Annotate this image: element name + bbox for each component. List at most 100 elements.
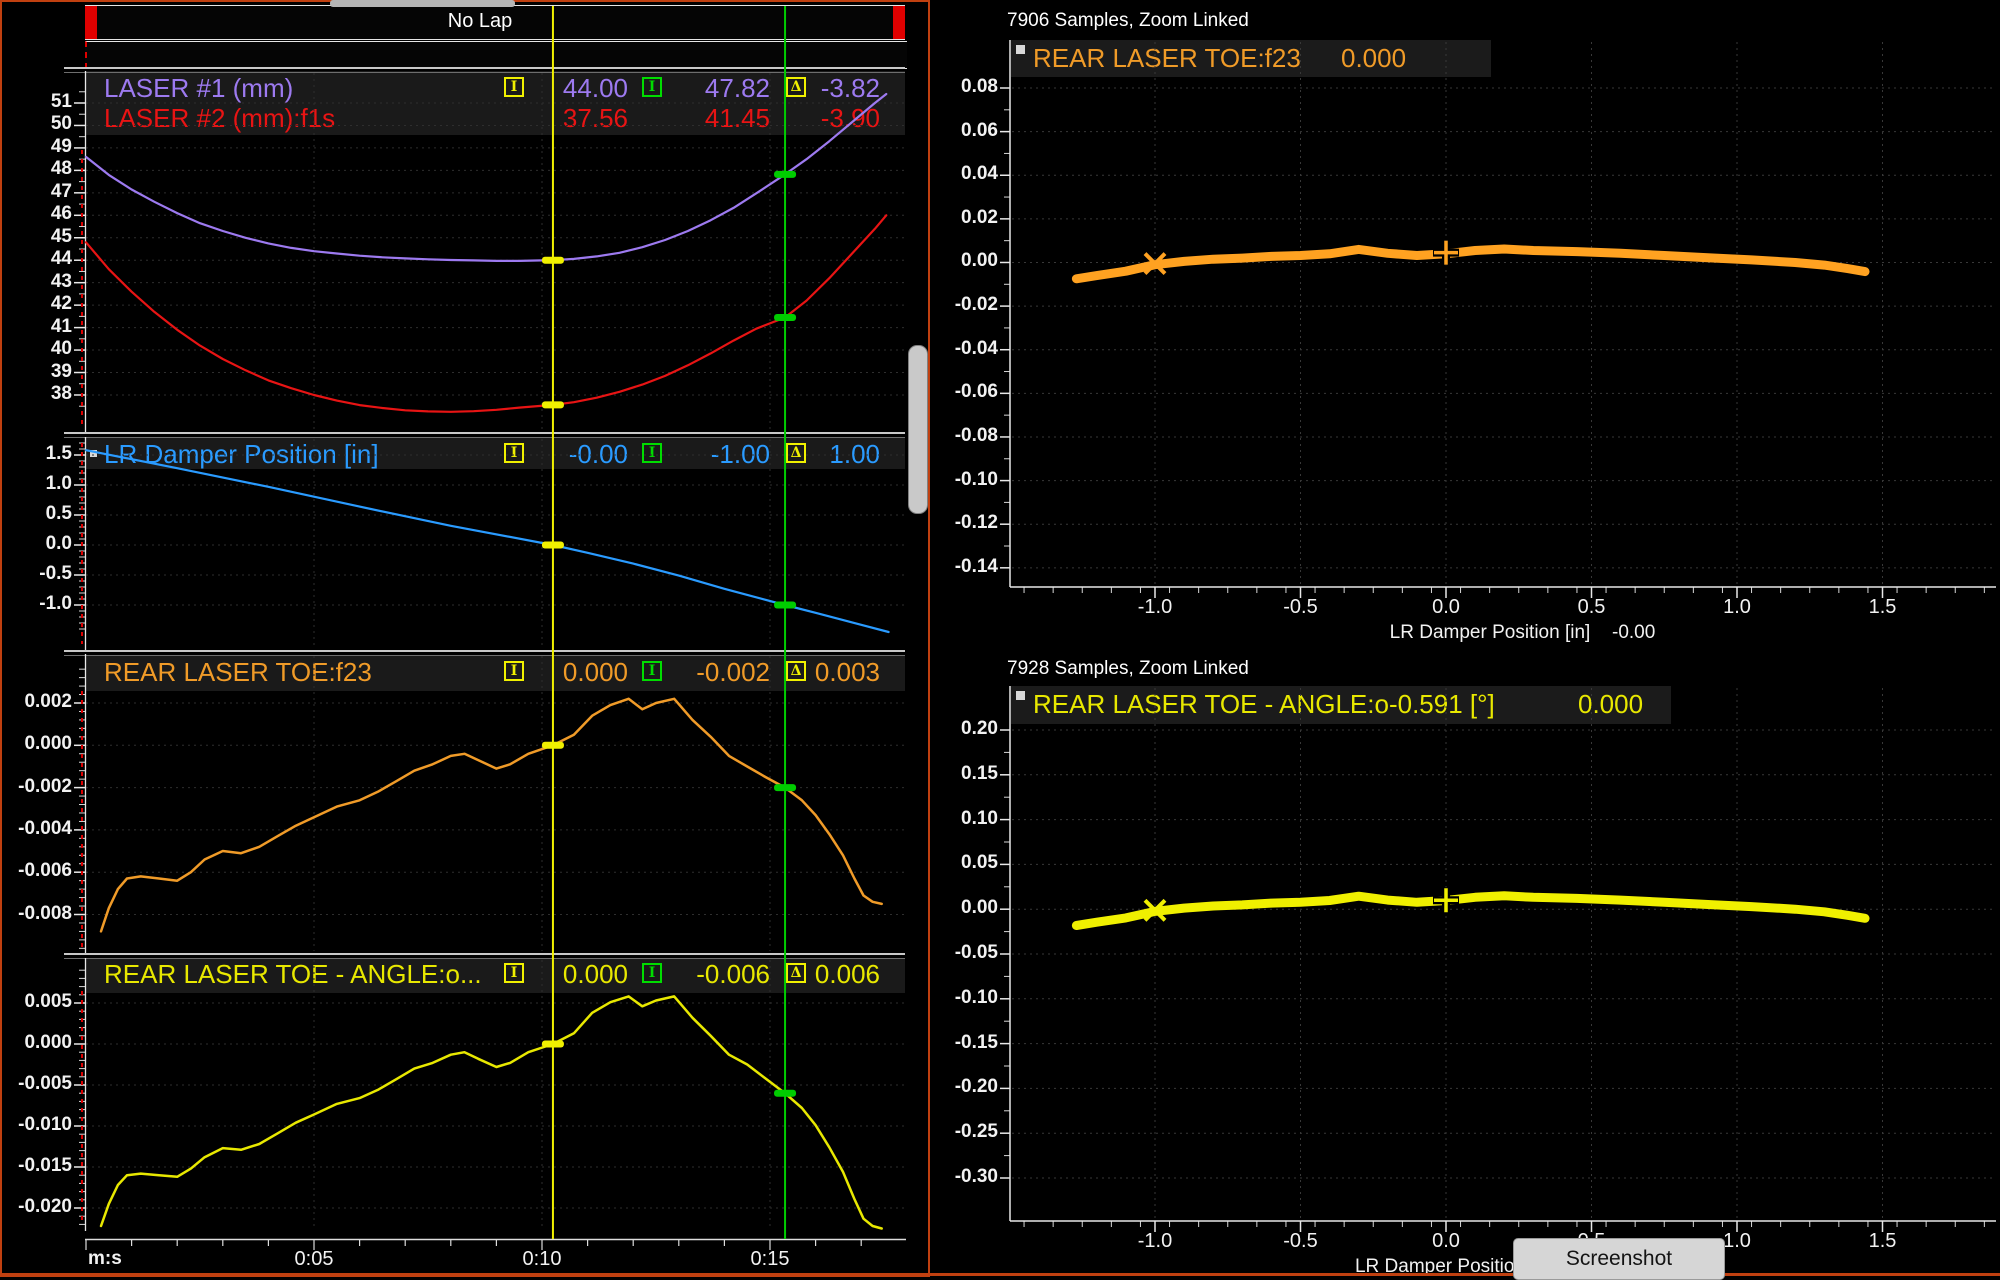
y-tick-label: -0.04 xyxy=(926,338,998,360)
reference-value: -1.00 xyxy=(675,439,770,469)
y-tick-label: 0.08 xyxy=(926,76,998,98)
y-tick-label: 47 xyxy=(6,181,72,203)
y-tick-label: -0.08 xyxy=(926,425,998,447)
time-tick-label: 0:10 xyxy=(507,1248,577,1271)
channel-label-laser2[interactable]: LASER #2 (mm):f1s xyxy=(104,103,335,133)
reference-value: 41.45 xyxy=(675,103,770,133)
reference-badge-icon: I xyxy=(642,77,662,97)
y-tick-label: 51 xyxy=(6,91,72,113)
time-tick-label: 0:15 xyxy=(735,1248,805,1271)
delta-value: 0.003 xyxy=(795,657,880,687)
lap-strip-secondary[interactable] xyxy=(85,41,907,69)
x-tick-label: -0.5 xyxy=(1271,596,1331,619)
y-tick-label: -0.004 xyxy=(6,818,72,840)
chart2-header-row: LR Damper Position [in] I -0.00 I -1.00 … xyxy=(0,439,935,469)
cursor-value: -0.00 xyxy=(533,439,628,469)
y-tick-label: 39 xyxy=(6,361,72,383)
delta-value: 0.006 xyxy=(795,959,880,989)
y-tick-label: -0.015 xyxy=(6,1155,72,1177)
cursor-value: 0.000 xyxy=(533,959,628,989)
chart-separator xyxy=(64,67,905,73)
channel-label-toe-angle[interactable]: REAR LASER TOE - ANGLE:o... xyxy=(104,959,482,989)
y-tick-label: 45 xyxy=(6,226,72,248)
y-tick-label: -0.020 xyxy=(6,1196,72,1218)
time-axis-unit: m:s xyxy=(88,1248,122,1270)
y-tick-label: 0.04 xyxy=(926,163,998,185)
x-tick-label: 0.0 xyxy=(1416,596,1476,619)
y-tick-label: 1.0 xyxy=(6,473,72,495)
y-tick-label: 46 xyxy=(6,203,72,225)
chart-plot-area-toe-angle[interactable] xyxy=(86,993,905,1231)
channel-label-laser1[interactable]: LASER #1 (mm) xyxy=(104,73,293,103)
x-tick-label: -0.5 xyxy=(1271,1230,1331,1253)
channel-label-toe[interactable]: REAR LASER TOE:f23 xyxy=(104,657,372,687)
y-tick-label: -0.5 xyxy=(6,563,72,585)
scatter-plot-area-toe[interactable] xyxy=(1010,40,1996,587)
channel-bullet-icon xyxy=(90,450,97,457)
y-tick-label: 1.5 xyxy=(6,443,72,465)
y-tick-label: 44 xyxy=(6,248,72,270)
time-graph-window: No Lap LASER #1 (mm) I 44.00 I 47.82 Δ -… xyxy=(0,0,930,1279)
cursor-badge-icon: I xyxy=(504,77,524,97)
lap-gauge[interactable]: No Lap xyxy=(85,5,905,40)
y-tick-label: -0.06 xyxy=(926,381,998,403)
scatter-plot-area-toe-angle[interactable] xyxy=(1010,686,1996,1221)
y-tick-label: 49 xyxy=(6,136,72,158)
y-tick-label: -0.10 xyxy=(926,469,998,491)
chart-separator xyxy=(64,432,905,438)
reference-value: -0.006 xyxy=(675,959,770,989)
x-tick-label: 1.0 xyxy=(1707,596,1767,619)
y-tick-label: 0.20 xyxy=(926,718,998,740)
screenshot-button[interactable]: Screenshot xyxy=(1513,1238,1725,1280)
y-tick-label: 0.00 xyxy=(926,897,998,919)
cursor-badge-icon: I xyxy=(504,443,524,463)
y-tick-label: -1.0 xyxy=(6,593,72,615)
y-tick-label: -0.008 xyxy=(6,903,72,925)
y-tick-label: 0.06 xyxy=(926,120,998,142)
samples-status-text: 7928 Samples, Zoom Linked xyxy=(1007,658,1249,680)
chart-separator xyxy=(64,953,905,959)
y-tick-label: -0.14 xyxy=(926,556,998,578)
y-tick-label: 0.10 xyxy=(926,808,998,830)
y-tick-label: 40 xyxy=(6,338,72,360)
chart1-header-row2: LASER #2 (mm):f1s 37.56 41.45 -3.90 xyxy=(0,103,935,133)
lap-marker-end xyxy=(893,6,905,39)
y-tick-label: 0.000 xyxy=(6,1032,72,1054)
cursor-value: 0.000 xyxy=(533,657,628,687)
y-tick-label: -0.02 xyxy=(926,294,998,316)
chart3-header-row: REAR LASER TOE:f23 I 0.000 I -0.002 Δ 0.… xyxy=(0,657,935,687)
y-tick-label: 0.0 xyxy=(6,533,72,555)
chart1-header-row1: LASER #1 (mm) I 44.00 I 47.82 Δ -3.82 xyxy=(0,73,935,103)
lap-label: No Lap xyxy=(85,10,875,33)
cursor-value: 44.00 xyxy=(533,73,628,103)
chart-plot-area-toe[interactable] xyxy=(86,691,905,953)
y-tick-label: 48 xyxy=(6,158,72,180)
chart-plot-area-lasers[interactable] xyxy=(86,135,905,432)
cursor-badge-icon: I xyxy=(504,963,524,983)
horizontal-scrollbar-thumb[interactable] xyxy=(330,0,515,7)
vertical-scrollbar-thumb[interactable] xyxy=(908,345,928,514)
y-tick-label: 0.00 xyxy=(926,250,998,272)
x-tick-label: 0.5 xyxy=(1562,596,1622,619)
chart-plot-area-damper[interactable] xyxy=(86,469,905,650)
y-tick-label: 0.005 xyxy=(6,991,72,1013)
x-tick-label: 1.5 xyxy=(1853,1230,1913,1253)
chart4-header-row: REAR LASER TOE - ANGLE:o... I 0.000 I -0… xyxy=(0,959,935,989)
y-tick-label: 43 xyxy=(6,271,72,293)
y-tick-label: -0.005 xyxy=(6,1073,72,1095)
reference-value: -0.002 xyxy=(675,657,770,687)
y-tick-label: 41 xyxy=(6,316,72,338)
y-tick-label: -0.30 xyxy=(926,1166,998,1188)
time-tick-label: 0:05 xyxy=(279,1248,349,1271)
delta-value: -3.82 xyxy=(795,73,880,103)
y-tick-label: 0.05 xyxy=(926,852,998,874)
y-tick-label: -0.25 xyxy=(926,1121,998,1143)
x-tick-label: -1.0 xyxy=(1125,596,1185,619)
cursor-value: 37.56 xyxy=(533,103,628,133)
x-tick-label: 0.0 xyxy=(1416,1230,1476,1253)
channel-label-damper[interactable]: LR Damper Position [in] xyxy=(104,439,379,469)
delta-value: 1.00 xyxy=(795,439,880,469)
reference-badge-icon: I xyxy=(642,661,662,681)
cursor-badge-icon: I xyxy=(504,661,524,681)
reference-value: 47.82 xyxy=(675,73,770,103)
